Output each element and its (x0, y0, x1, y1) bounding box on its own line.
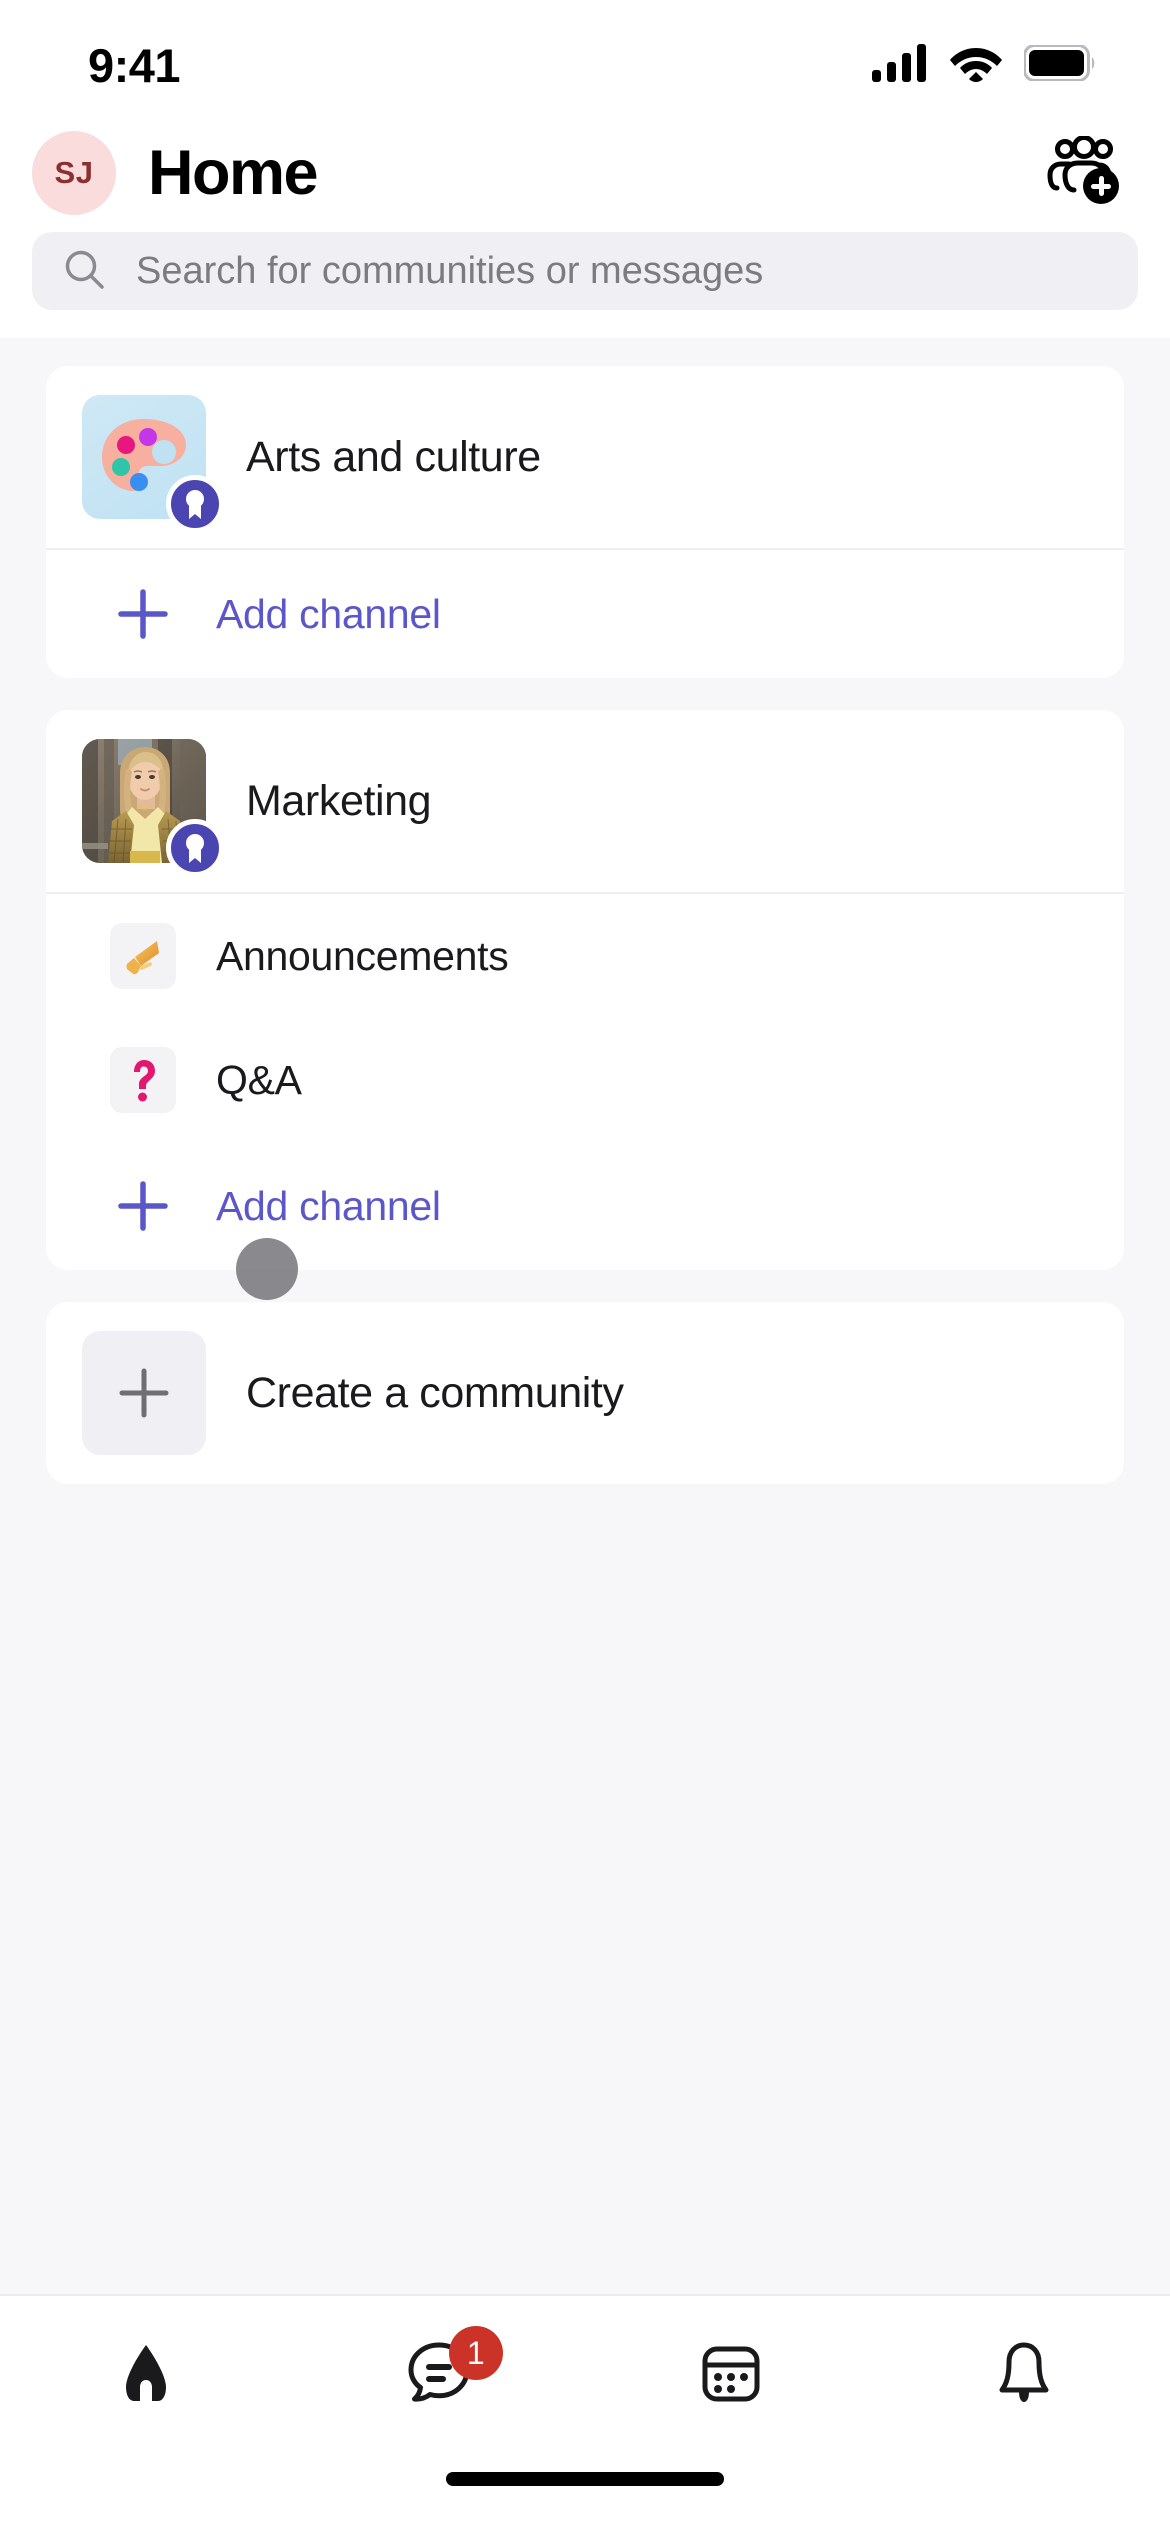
add-channel-button-marketing[interactable]: Add channel (46, 1142, 1124, 1270)
add-people-icon (1047, 134, 1123, 211)
channel-row-qa[interactable]: Q&A (46, 1018, 1124, 1142)
avatar[interactable]: SJ (32, 131, 116, 215)
create-community-button[interactable]: Create a community (46, 1302, 1124, 1484)
bottom-tab-bar: 1 (0, 2294, 1170, 2454)
community-name: Marketing (246, 776, 432, 825)
bell-icon (989, 2337, 1059, 2414)
create-community-label: Create a community (246, 1368, 624, 1417)
plus-tile (82, 1331, 206, 1455)
community-name: Arts and culture (246, 432, 541, 481)
page-title: Home (148, 138, 319, 208)
community-card-arts: Arts and culture Add channel (46, 366, 1124, 678)
chat-unread-badge: 1 (448, 2326, 503, 2380)
home-indicator[interactable] (446, 2472, 724, 2486)
community-card-marketing: Marketing Announcements Q&A Add channel (46, 710, 1124, 1270)
channel-name: Announcements (216, 932, 509, 979)
battery-full-icon (1023, 43, 1096, 86)
channel-row-announcements[interactable]: Announcements (46, 894, 1124, 1018)
search-bar[interactable]: Search for communities or messages (32, 232, 1138, 310)
add-people-button[interactable] (1040, 128, 1130, 218)
community-avatar (82, 395, 224, 533)
question-mark-emoji-icon (110, 1047, 176, 1113)
add-channel-label: Add channel (216, 1182, 441, 1229)
owner-medal-icon (166, 475, 224, 533)
tab-calendar[interactable] (585, 2296, 878, 2454)
plus-icon (110, 1173, 176, 1239)
add-channel-label: Add channel (216, 590, 441, 637)
wifi-icon (950, 44, 1002, 87)
community-header-row[interactable]: Arts and culture (46, 366, 1124, 548)
calendar-icon (697, 2339, 765, 2412)
app-header: SJ Home (0, 118, 1170, 232)
megaphone-emoji-icon (110, 923, 176, 989)
status-bar-icons (872, 32, 1096, 87)
tab-home[interactable] (0, 2296, 293, 2454)
search-section: Search for communities or messages (0, 232, 1170, 338)
tab-chat[interactable]: 1 (293, 2296, 586, 2454)
home-indicator-area (0, 2454, 1170, 2532)
owner-medal-icon (166, 819, 224, 877)
plus-icon (110, 581, 176, 647)
channel-name: Q&A (216, 1056, 302, 1103)
tab-activity[interactable] (878, 2296, 1170, 2454)
plus-icon (119, 1368, 169, 1418)
status-bar-time: 9:41 (88, 38, 181, 92)
community-header-row[interactable]: Marketing (46, 710, 1124, 892)
search-icon (62, 247, 106, 296)
add-channel-button-arts[interactable]: Add channel (46, 550, 1124, 678)
community-avatar (82, 739, 224, 877)
status-bar: 9:41 (0, 0, 1170, 118)
signal-bars-icon (872, 43, 928, 87)
create-community-card: Create a community (46, 1302, 1124, 1484)
community-list: Arts and culture Add channel Marketing A… (0, 338, 1170, 2294)
home-icon (110, 2337, 182, 2414)
phone-screen: 9:41 SJ Home Search for communities or m… (0, 0, 1170, 2532)
search-input[interactable]: Search for communities or messages (136, 250, 763, 293)
